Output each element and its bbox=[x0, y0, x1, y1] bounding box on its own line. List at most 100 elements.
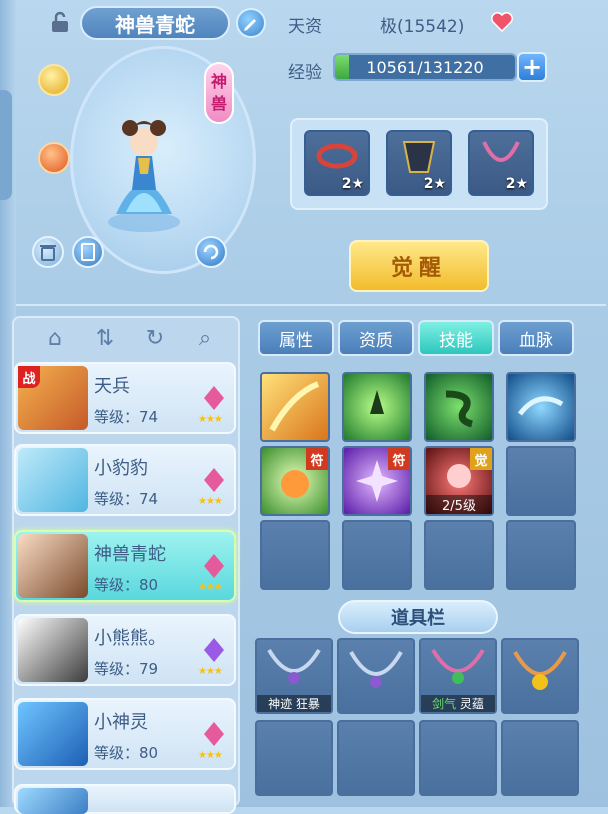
battle-badge: 战 bbox=[18, 366, 40, 388]
skill-slot[interactable] bbox=[506, 372, 576, 442]
skill-slot[interactable] bbox=[424, 372, 494, 442]
refresh-icon[interactable]: ↻ bbox=[140, 324, 170, 354]
character-avatar bbox=[18, 788, 88, 814]
empty-item-slot[interactable] bbox=[419, 720, 497, 796]
skill-slot[interactable]: 觉 2/5级 bbox=[424, 446, 494, 516]
item-slot[interactable]: 神迹 狂暴 bbox=[255, 638, 333, 714]
character-card-partial[interactable] bbox=[14, 784, 236, 814]
equipment-slot-necklace[interactable]: 2★ bbox=[468, 130, 534, 196]
tab-bloodline[interactable]: 血脉 bbox=[498, 320, 574, 356]
empty-item-slot[interactable] bbox=[337, 720, 415, 796]
rating-stars: ★★★ bbox=[198, 750, 223, 761]
tab-skills[interactable]: 技能 bbox=[418, 320, 494, 356]
snake-icon bbox=[445, 390, 474, 428]
necklace-icon bbox=[482, 141, 520, 162]
character-card[interactable]: 战 天兵 等级：74 ★★★ bbox=[14, 362, 236, 434]
card-icon bbox=[81, 243, 95, 261]
character-name: 神兽青蛇 bbox=[94, 544, 166, 565]
tab-aptitude[interactable]: 资质 bbox=[338, 320, 414, 356]
skill-slot[interactable] bbox=[342, 372, 412, 442]
necklace-icon bbox=[431, 648, 485, 684]
skill-slot[interactable]: 符 bbox=[260, 446, 330, 516]
empty-item-slot[interactable] bbox=[501, 720, 579, 796]
item-bar-title: 道具栏 bbox=[338, 600, 498, 634]
talent-label: 天资 bbox=[288, 17, 322, 37]
rating-stars: ★★★ bbox=[198, 414, 223, 425]
character-level: 等级：80 bbox=[94, 576, 159, 594]
gold-medal-button[interactable] bbox=[38, 64, 70, 96]
beast-badge-bottom: 兽 bbox=[210, 94, 227, 113]
rating-stars: ★★★ bbox=[198, 582, 223, 593]
character-card[interactable]: 小熊熊。 等级：79 ★★★ bbox=[14, 614, 236, 686]
pencil-icon bbox=[244, 19, 256, 31]
gem-icon bbox=[204, 638, 224, 662]
skill-level: 2/5级 bbox=[426, 495, 492, 514]
character-name: 小豹豹 bbox=[94, 458, 148, 479]
bracelet-icon bbox=[316, 143, 358, 169]
character-card[interactable]: 小神灵 等级：80 ★★★ bbox=[14, 698, 236, 770]
heart-icon[interactable] bbox=[490, 10, 514, 34]
awaken-button[interactable]: 觉醒 bbox=[349, 240, 489, 292]
home-icon[interactable]: ⌂ bbox=[40, 324, 70, 354]
character-card[interactable]: 小豹豹 等级：74 ★★★ bbox=[14, 444, 236, 516]
beast-badge-top: 神 bbox=[210, 72, 227, 91]
dragon-icon bbox=[518, 396, 564, 416]
warrior-icon bbox=[370, 390, 384, 414]
red-medal-button[interactable] bbox=[38, 142, 70, 174]
gem-icon bbox=[204, 722, 224, 746]
character-art bbox=[108, 120, 180, 232]
swap-button[interactable] bbox=[195, 236, 227, 268]
equipment-stars: 2★ bbox=[505, 176, 528, 192]
list-toolbar: ⌂ ⇅ ↻ ⌕ bbox=[16, 320, 238, 358]
sort-icon[interactable]: ⇅ bbox=[90, 324, 120, 354]
empty-skill-slot[interactable] bbox=[260, 520, 330, 590]
talent-value: 极(15542) bbox=[380, 17, 465, 37]
empty-skill-slot[interactable] bbox=[506, 446, 576, 516]
empty-item-slot[interactable] bbox=[255, 720, 333, 796]
empty-skill-slot[interactable] bbox=[342, 520, 412, 590]
character-avatar bbox=[18, 448, 88, 512]
equipment-slot-armor[interactable]: 2★ bbox=[386, 130, 452, 196]
talisman-tag: 符 bbox=[306, 448, 328, 470]
character-card-selected[interactable]: 神兽青蛇 等级：80 ★★★ bbox=[14, 530, 236, 602]
necklace-icon bbox=[349, 651, 403, 688]
left-edge-tab[interactable] bbox=[0, 90, 12, 200]
character-name: 小神灵 bbox=[94, 712, 148, 733]
skill-slot[interactable] bbox=[260, 372, 330, 442]
exp-bar: 10561/131220 bbox=[333, 53, 517, 81]
awaken-tag: 觉 bbox=[470, 448, 492, 470]
rating-stars: ★★★ bbox=[198, 666, 223, 677]
empty-skill-slot[interactable] bbox=[424, 520, 494, 590]
equipment-slot-bracelet[interactable]: 2★ bbox=[304, 130, 370, 196]
item-slot[interactable] bbox=[501, 638, 579, 714]
card-button[interactable] bbox=[72, 236, 104, 268]
armor-icon bbox=[402, 141, 436, 173]
search-icon[interactable]: ⌕ bbox=[190, 324, 220, 354]
exp-text: 10561/131220 bbox=[366, 57, 484, 77]
item-affix-label: 剑气 灵蕴 bbox=[421, 695, 495, 712]
item-slot[interactable]: 剑气 灵蕴 bbox=[419, 638, 497, 714]
character-level: 等级：74 bbox=[94, 490, 159, 508]
character-name-plate: 神兽青蛇 bbox=[80, 6, 230, 40]
add-exp-button[interactable]: + bbox=[517, 52, 547, 82]
skill-slot[interactable]: 符 bbox=[342, 446, 412, 516]
character-name: 小熊熊。 bbox=[94, 628, 166, 649]
empty-skill-slot[interactable] bbox=[506, 520, 576, 590]
trash-icon bbox=[40, 245, 56, 261]
delete-button[interactable] bbox=[32, 236, 64, 268]
character-avatar bbox=[18, 702, 88, 766]
character-avatar bbox=[18, 534, 88, 598]
divine-beast-badge: 神 兽 bbox=[204, 62, 234, 124]
refresh-icon bbox=[203, 244, 219, 260]
equipment-stars: 2★ bbox=[423, 176, 446, 192]
character-level: 等级：79 bbox=[94, 660, 159, 678]
necklace-icon bbox=[267, 648, 321, 684]
item-slot[interactable] bbox=[337, 638, 415, 714]
unlock-icon[interactable] bbox=[48, 10, 72, 34]
tab-attributes[interactable]: 属性 bbox=[258, 320, 334, 356]
fire-slash-icon bbox=[269, 381, 320, 432]
character-name: 天兵 bbox=[94, 376, 130, 397]
divider bbox=[16, 304, 606, 306]
gem-icon bbox=[204, 468, 224, 492]
edit-name-button[interactable] bbox=[236, 8, 266, 38]
